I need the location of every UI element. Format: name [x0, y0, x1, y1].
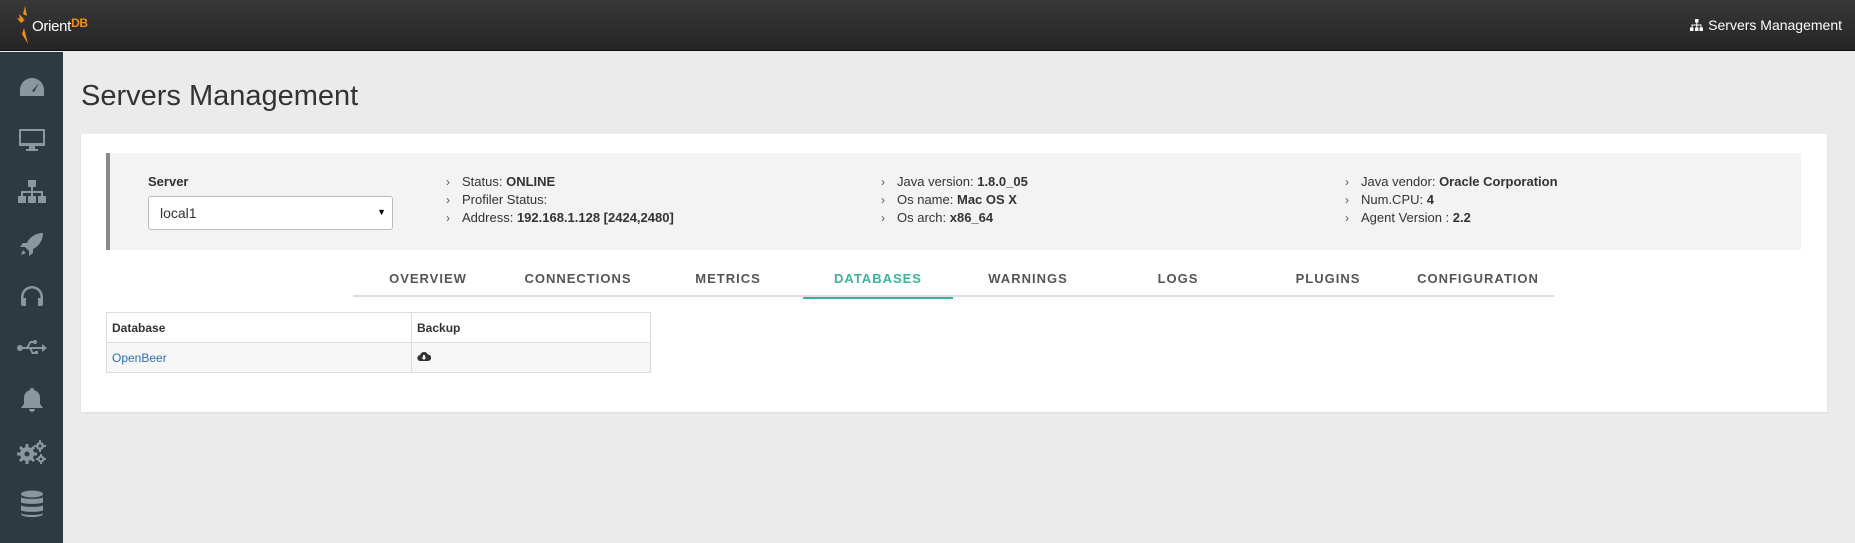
sidebar-item-deploy[interactable] — [0, 218, 63, 270]
tab-plugins[interactable]: PLUGINS — [1253, 263, 1403, 297]
server-select-value: local1 — [160, 205, 197, 221]
usb-icon — [16, 340, 47, 354]
sidebar-item-cluster[interactable] — [0, 166, 63, 218]
table-header-row: Database Backup — [106, 312, 651, 343]
info-column-1: › Status: ONLINE › Profiler Status: › Addre… — [446, 173, 674, 227]
sidebar-item-settings[interactable] — [0, 426, 63, 478]
sitemap-icon — [17, 180, 46, 203]
chevron-right-icon: › — [1345, 193, 1349, 207]
gears-icon — [16, 440, 46, 464]
sidebar-item-connections[interactable] — [0, 322, 63, 374]
sidebar-item-support[interactable] — [0, 270, 63, 322]
info-profiler-status: › Profiler Status: — [446, 192, 548, 207]
cloud-download-icon[interactable] — [417, 351, 432, 362]
info-java-vendor: › Java vendor: Oracle Corporation — [1345, 174, 1558, 189]
caret-down-icon: ▼ — [377, 207, 386, 217]
chevron-right-icon: › — [881, 211, 885, 225]
chevron-right-icon: › — [1345, 175, 1349, 189]
info-agent-version: › Agent Version : 2.2 — [1345, 210, 1471, 225]
databases-table: Database Backup OpenBeer — [106, 312, 651, 373]
column-header-backup: Backup — [411, 312, 651, 343]
info-os-arch: › Os arch: x86_64 — [881, 210, 994, 225]
page-title: Servers Management — [81, 80, 359, 112]
orientdb-logo-icon — [16, 4, 32, 46]
column-header-database: Database — [106, 312, 412, 343]
chevron-right-icon: › — [1345, 211, 1349, 225]
servers-management-label: Servers Management — [1708, 17, 1842, 33]
server-select[interactable]: local1 ▼ — [148, 196, 393, 230]
chevron-right-icon: › — [881, 193, 885, 207]
tab-logs[interactable]: LOGS — [1103, 263, 1253, 297]
info-os-name: › Os name: Mac OS X — [881, 192, 1017, 207]
logo-text: OrientDB — [32, 15, 88, 35]
database-link[interactable]: OpenBeer — [106, 342, 412, 373]
table-row: OpenBeer — [106, 342, 651, 373]
database-icon — [20, 490, 43, 517]
sidebar — [0, 52, 63, 543]
servers-management-link[interactable]: Servers Management — [1690, 17, 1842, 33]
info-num-cpu: › Num.CPU: 4 — [1345, 192, 1434, 207]
orientdb-logo[interactable]: OrientDB — [16, 4, 88, 46]
monitor-icon — [18, 129, 45, 151]
chevron-right-icon: › — [881, 175, 885, 189]
info-column-3: › Java vendor: Oracle Corporation › Num.CP… — [1345, 173, 1558, 227]
server-panel: Server local1 ▼ › Status: ONLINE › Profile… — [81, 134, 1827, 412]
sidebar-item-alerts[interactable] — [0, 374, 63, 426]
headphones-icon — [20, 286, 43, 306]
tab-warnings[interactable]: WARNINGS — [953, 263, 1103, 297]
chevron-right-icon: › — [446, 193, 450, 207]
info-column-2: › Java version: 1.8.0_05 › Os name: Mac OS… — [881, 173, 1028, 227]
tab-overview[interactable]: OVERVIEW — [353, 263, 503, 297]
server-label: Server — [148, 174, 189, 189]
tab-metrics[interactable]: METRICS — [653, 263, 803, 297]
chevron-right-icon: › — [446, 175, 450, 189]
database-name[interactable]: OpenBeer — [112, 351, 167, 365]
sidebar-item-dashboard[interactable] — [0, 62, 63, 114]
bell-icon — [20, 388, 43, 412]
info-java-version: › Java version: 1.8.0_05 — [881, 174, 1028, 189]
sidebar-item-server[interactable] — [0, 114, 63, 166]
tab-databases[interactable]: DATABASES — [803, 263, 953, 299]
info-address: › Address: 192.168.1.128 [2424,2480] — [446, 210, 674, 225]
top-navbar: OrientDB Servers Management — [0, 0, 1855, 51]
server-info-box: Server local1 ▼ › Status: ONLINE › Profile… — [106, 153, 1801, 250]
server-tabs: OVERVIEW CONNECTIONS METRICS DATABASES W… — [353, 263, 1554, 299]
info-status: › Status: ONLINE — [446, 174, 556, 189]
chevron-right-icon: › — [446, 211, 450, 225]
dashboard-icon — [19, 78, 44, 96]
rocket-icon — [19, 233, 43, 256]
sidebar-item-databases[interactable] — [0, 478, 63, 530]
tab-configuration[interactable]: CONFIGURATION — [1403, 263, 1553, 297]
tab-connections[interactable]: CONNECTIONS — [503, 263, 653, 297]
sitemap-icon — [1690, 19, 1704, 31]
backup-cell — [411, 342, 651, 373]
